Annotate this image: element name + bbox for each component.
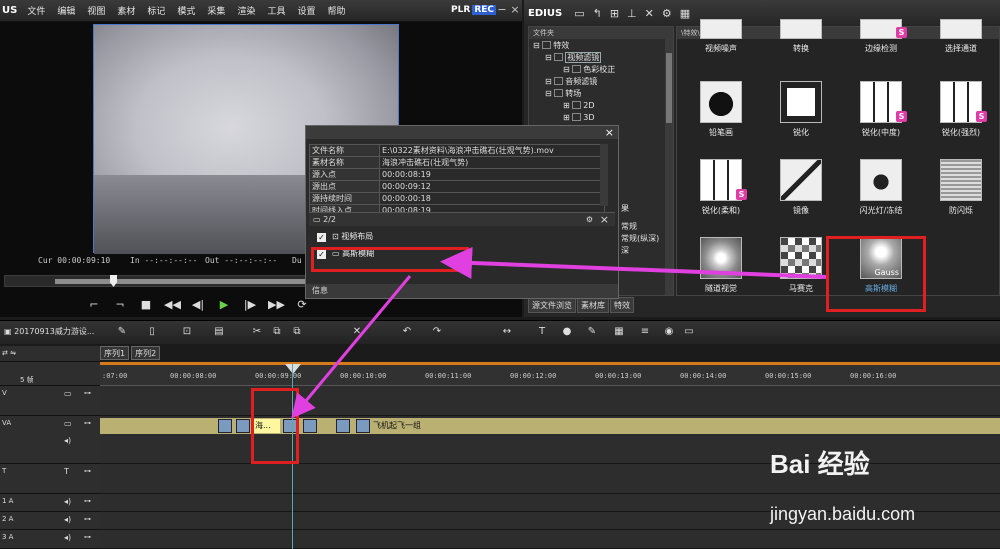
arrow-filter-to-clip: [291, 275, 412, 419]
baidu-url: jingyan.baidu.com: [770, 504, 916, 524]
arrow-effect-to-filter: [440, 246, 827, 279]
baidu-watermark: Bai 经验: [770, 449, 870, 479]
